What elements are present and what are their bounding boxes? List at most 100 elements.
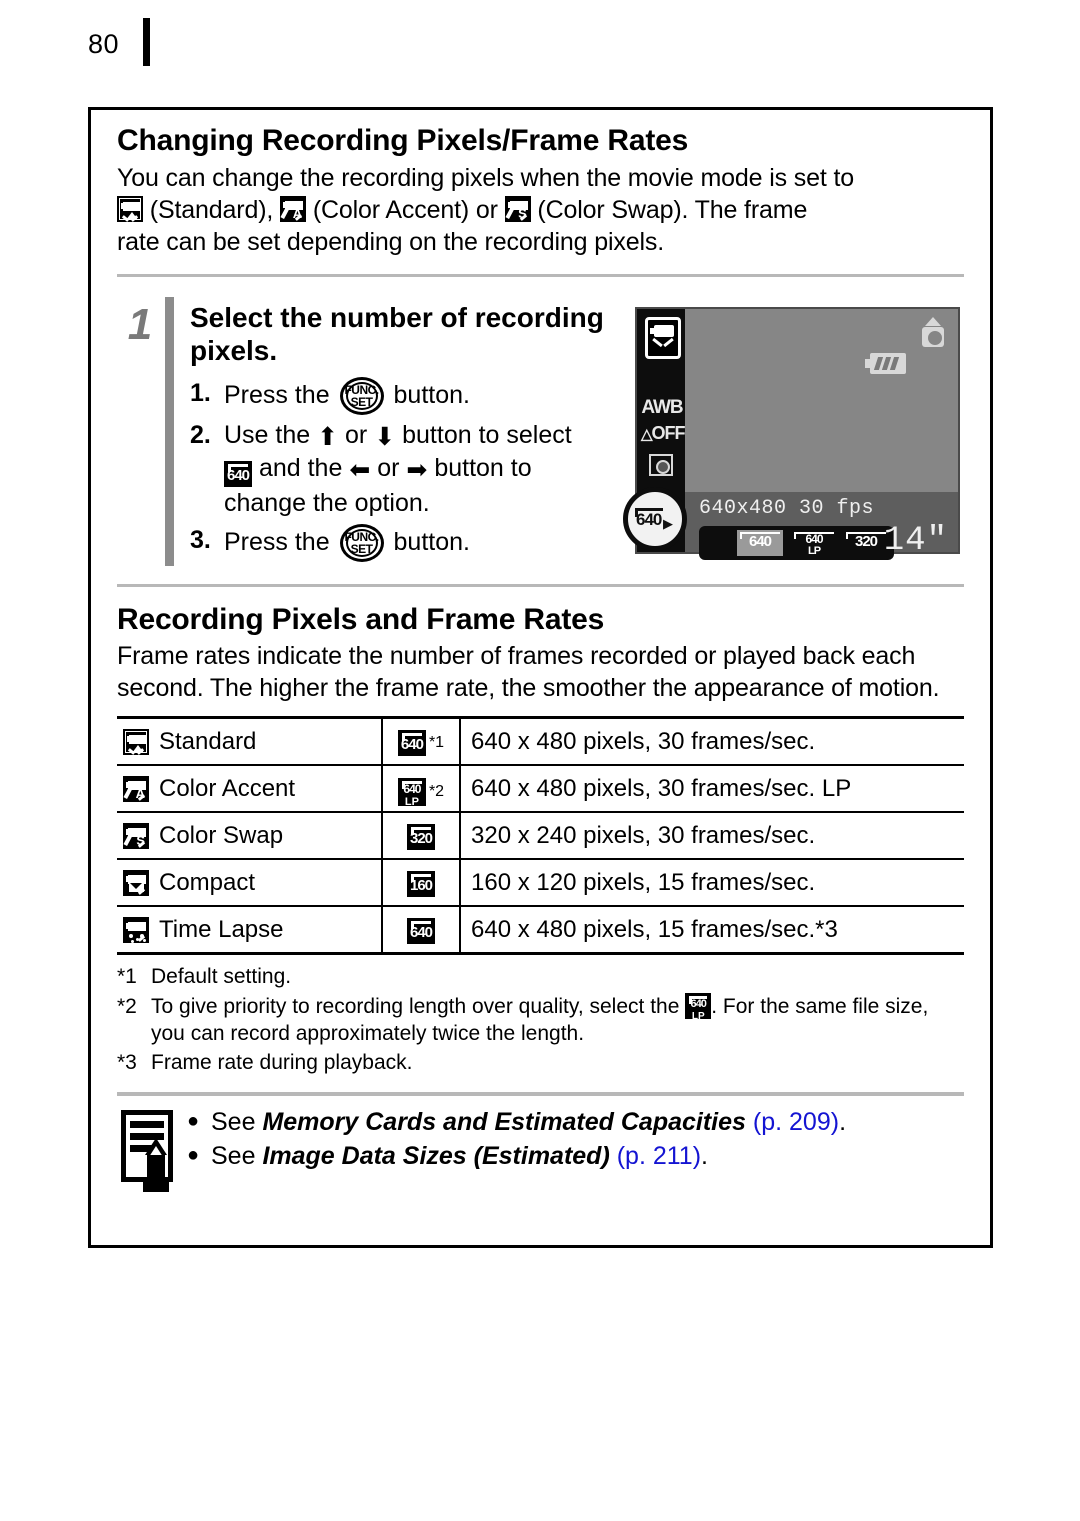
- step-block-1: 1 Select the number of recording pixels.…: [105, 296, 976, 566]
- spec-cell: 640 x 480 pixels, 30 frames/sec. LP: [460, 764, 964, 814]
- camera-shake-icon: [920, 316, 946, 347]
- footnote-2-text: To give priority to recording length ove…: [151, 992, 964, 1048]
- substep-3-pre: Press the: [224, 527, 330, 556]
- camera-lcd-illustration: AWB △OFF 640x480 30 fps 640 640 LP 320 1…: [623, 306, 960, 560]
- footnote-3: *3 Frame rate during playback.: [117, 1049, 964, 1076]
- table-row: S Color Swap 320 320 x 240 pixels, 30 fr…: [117, 811, 964, 861]
- substep-1-pre: Press the: [224, 380, 330, 409]
- substep-1-number: 1.: [190, 378, 211, 407]
- substep-2-mid4: or: [377, 453, 400, 482]
- option-320-label: 320: [854, 532, 878, 550]
- arrow-left-icon: ⬅: [349, 455, 371, 484]
- mode-label: Standard: [159, 727, 257, 755]
- substep-2-mid6: change the option.: [224, 488, 430, 517]
- footnote-2: *2 To give priority to recording length …: [117, 992, 964, 1048]
- badge-label: 320: [409, 829, 433, 847]
- section2-paragraph: Frame rates indicate the number of frame…: [117, 642, 940, 703]
- func-label-bottom-2: SET: [350, 541, 373, 556]
- see-also-item-text: See Memory Cards and Estimated Capacitie…: [211, 1106, 846, 1138]
- mode-label: Color Swap: [159, 821, 284, 849]
- lcd-viewfinder-area: [685, 308, 958, 492]
- white-balance-indicator: AWB: [641, 396, 683, 418]
- option-640-lp-label: 640: [805, 531, 823, 546]
- option-320[interactable]: 320: [843, 530, 889, 556]
- substep-3-number: 3.: [190, 525, 211, 554]
- resolution-badge-icon-lp: 640 LP: [685, 992, 712, 1021]
- substep-2-mid3: and the: [258, 453, 343, 482]
- see-title: Memory Cards and Estimated Capacities: [262, 1108, 746, 1137]
- remaining-duration: 14": [883, 521, 948, 560]
- resolution-640-icon: 640: [224, 460, 252, 487]
- spec-cell: 640 x 480 pixels, 15 frames/sec.*3: [460, 905, 964, 956]
- resolution-badge-icon-lp: 640 LP: [397, 777, 426, 808]
- resolution-option-bar[interactable]: 640 640 LP 320: [699, 525, 894, 560]
- page-reference-link[interactable]: (p. 209): [753, 1108, 839, 1136]
- intro-text-a: You can change the recording pixels when…: [117, 163, 855, 192]
- page-number: 80: [88, 28, 120, 59]
- arrow-up-icon: ⬆: [317, 422, 339, 451]
- recording-pixels-table: Standard 640 *1 640 x 480 pixels, 30 fra…: [117, 716, 964, 956]
- option-640-label: 640: [748, 532, 772, 550]
- color-swap-mode-icon: S: [123, 822, 149, 849]
- substep-2-mid5: button to: [434, 453, 532, 482]
- lcd-option-area: 640x480 30 fps 640 640 LP 320 14": [685, 491, 958, 560]
- resolution-readout: 640x480 30 fps: [699, 496, 875, 520]
- table-row: Time Lapse 640 640 x 480 pixels, 15 fram…: [117, 905, 964, 956]
- page-header: 80: [88, 18, 151, 66]
- flash-off-indicator: △OFF: [641, 422, 686, 443]
- time-lapse-mode-icon: [123, 916, 149, 943]
- func-set-button-icon: FUNC. SET: [339, 376, 384, 415]
- step-number: 1: [127, 299, 153, 349]
- see-also-item[interactable]: ● See Memory Cards and Estimated Capacit…: [187, 1106, 964, 1138]
- mode-label: Color Accent: [159, 774, 296, 802]
- table-row: Standard 640 *1 640 x 480 pixels, 30 fra…: [117, 716, 964, 767]
- section-intro-paragraph: You can change the recording pixels when…: [117, 162, 976, 258]
- bullet-icon: ●: [187, 1110, 200, 1133]
- see-also-item[interactable]: ● See Image Data Sizes (Estimated) (p. 2…: [187, 1140, 964, 1172]
- see-also-box: ● See Memory Cards and Estimated Capacit…: [117, 1106, 964, 1193]
- func-label-bottom: SET: [350, 394, 373, 409]
- option-640[interactable]: 640: [737, 529, 783, 556]
- footnote-1: *1 Default setting.: [117, 963, 964, 990]
- option-640-lp[interactable]: 640 LP: [791, 530, 837, 556]
- callout-highlight-circle: 640 ▶: [623, 486, 687, 551]
- footnote-marker: *1: [428, 733, 445, 751]
- substep-2-pre: Use the: [224, 420, 311, 449]
- flash-off-label: OFF: [651, 422, 686, 443]
- intro-text-b: (Standard),: [149, 195, 274, 224]
- see-suffix: .: [701, 1142, 708, 1171]
- func-label-top: FUNC.: [344, 382, 379, 397]
- substep-2-mid2: button to select: [402, 420, 572, 449]
- resolution-badge-icon: 640: [397, 729, 426, 756]
- battery-icon: [865, 352, 906, 374]
- footnote-3-text: Frame rate during playback.: [151, 1051, 413, 1075]
- callout-arrow-icon: ▶: [663, 515, 673, 531]
- substep-2-number: 2.: [190, 420, 211, 449]
- standard-mode-icon: [117, 195, 143, 222]
- resolution-badge-icon: 160: [407, 870, 435, 897]
- mode-label: Time Lapse: [159, 915, 284, 943]
- bullet-icon: ●: [187, 1144, 200, 1167]
- footnote-2-mark: *2: [117, 994, 137, 1018]
- intro-text-c: (Color Accent) or: [312, 195, 498, 224]
- func-set-button-icon-2: FUNC. SET: [339, 523, 384, 562]
- arrow-down-icon: ⬇: [374, 422, 396, 451]
- step-title: Select the number of recording pixels.: [190, 301, 604, 366]
- see-suffix: .: [839, 1108, 847, 1137]
- see-also-divider: [117, 1092, 964, 1097]
- substep-3-post: button.: [393, 527, 470, 556]
- footnote-1-mark: *1: [117, 965, 137, 989]
- spec-cell: 160 x 120 pixels, 15 frames/sec.: [460, 858, 964, 908]
- badge-label: 640: [403, 781, 421, 796]
- section-heading-changing-recording-pixels: Changing Recording Pixels/Frame Rates: [117, 124, 689, 157]
- step-divider-bottom: [117, 583, 964, 587]
- step-divider-top: [117, 273, 964, 277]
- spec-cell: 640 x 480 pixels, 30 frames/sec.: [460, 716, 964, 767]
- badge-sub-label: LP: [404, 795, 419, 808]
- substep-1-post: button.: [393, 380, 470, 409]
- page-reference-link[interactable]: (p. 211): [617, 1142, 701, 1170]
- footnote-marker: *2: [428, 782, 445, 800]
- manual-page: 80 Changing Recording Pixels/Frame Rates…: [0, 0, 1080, 1521]
- see-title: Image Data Sizes (Estimated): [262, 1142, 610, 1171]
- see-prefix: See: [211, 1108, 263, 1137]
